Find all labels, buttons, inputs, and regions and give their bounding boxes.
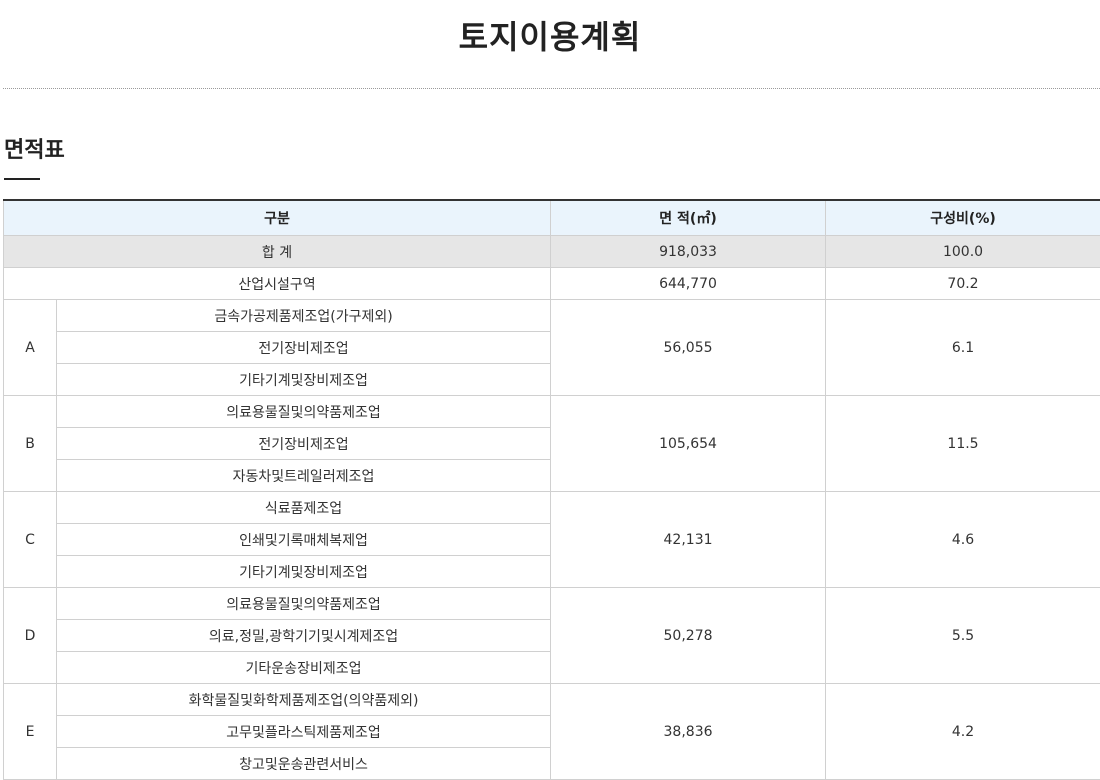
group-code: C xyxy=(3,491,57,588)
group-ratio: 5.5 xyxy=(825,587,1100,684)
group-ratio: 6.1 xyxy=(825,299,1100,396)
industry-item: 의료용물질및의약품제조업 xyxy=(55,587,552,620)
industry-item: 기타운송장비제조업 xyxy=(55,651,552,684)
group-area: 42,131 xyxy=(550,491,827,588)
zone-row: 산업시설구역 644,770 70.2 xyxy=(2,267,1100,300)
industry-item: 기타기계및장비제조업 xyxy=(55,363,552,396)
industry-item: 고무및플라스틱제품제조업 xyxy=(55,715,552,748)
industry-item: 자동차및트레일러제조업 xyxy=(55,459,552,492)
header-category: 구분 xyxy=(2,199,552,236)
page-title: 토지이용계획 xyxy=(458,18,642,56)
industry-item: 전기장비제조업 xyxy=(55,427,552,460)
group-row: C 식료품제조업 42,131 4.6 xyxy=(3,491,1100,588)
industry-item: 의료,정밀,광학기기및시계제조업 xyxy=(55,619,552,652)
group-code: E xyxy=(3,683,57,780)
industry-item: 화학물질및화학제품제조업(의약품제외) xyxy=(55,683,552,716)
table-header-row: 구분 면 적(㎡) 구성비(%) xyxy=(2,199,1100,236)
group-code: B xyxy=(3,395,57,492)
header-ratio: 구성비(%) xyxy=(825,199,1100,236)
title-divider xyxy=(3,88,1100,89)
section-title: 면적표 xyxy=(4,138,65,163)
total-ratio: 100.0 xyxy=(825,235,1100,268)
industry-item: 의료용물질및의약품제조업 xyxy=(55,395,552,428)
header-area: 면 적(㎡) xyxy=(550,199,827,236)
group-row: E 화학물질및화학제품제조업(의약품제외) 38,836 4.2 xyxy=(3,683,1100,780)
industry-item: 금속가공제품제조업(가구제외) xyxy=(55,299,552,332)
industry-item: 전기장비제조업 xyxy=(55,331,552,364)
industry-item: 식료품제조업 xyxy=(55,491,552,524)
zone-label: 산업시설구역 xyxy=(2,267,552,300)
industry-item: 기타기계및장비제조업 xyxy=(55,555,552,588)
industry-item: 창고및운송관련서비스 xyxy=(55,747,552,780)
group-row: D 의료용물질및의약품제조업 50,278 5.5 xyxy=(3,587,1100,684)
group-code: D xyxy=(3,587,57,684)
group-row: A 금속가공제품제조업(가구제외) 56,055 6.1 xyxy=(3,299,1100,396)
group-ratio: 4.6 xyxy=(825,491,1100,588)
total-row: 합 계 918,033 100.0 xyxy=(2,235,1100,268)
group-ratio: 11.5 xyxy=(825,395,1100,492)
section-underline xyxy=(4,178,40,180)
zone-area: 644,770 xyxy=(550,267,827,300)
zone-ratio: 70.2 xyxy=(825,267,1100,300)
area-table: 구분 면 적(㎡) 구성비(%) 합 계 918,033 100.0 산업시설구… xyxy=(2,199,1100,780)
group-row: B 의료용물질및의약품제조업 105,654 11.5 xyxy=(3,395,1100,492)
group-code: A xyxy=(3,299,57,396)
total-label: 합 계 xyxy=(2,235,552,268)
industry-item: 인쇄및기록매체복제업 xyxy=(55,523,552,556)
group-area: 50,278 xyxy=(550,587,827,684)
total-area: 918,033 xyxy=(550,235,827,268)
group-area: 38,836 xyxy=(550,683,827,780)
group-ratio: 4.2 xyxy=(825,683,1100,780)
group-area: 56,055 xyxy=(550,299,827,396)
group-area: 105,654 xyxy=(550,395,827,492)
